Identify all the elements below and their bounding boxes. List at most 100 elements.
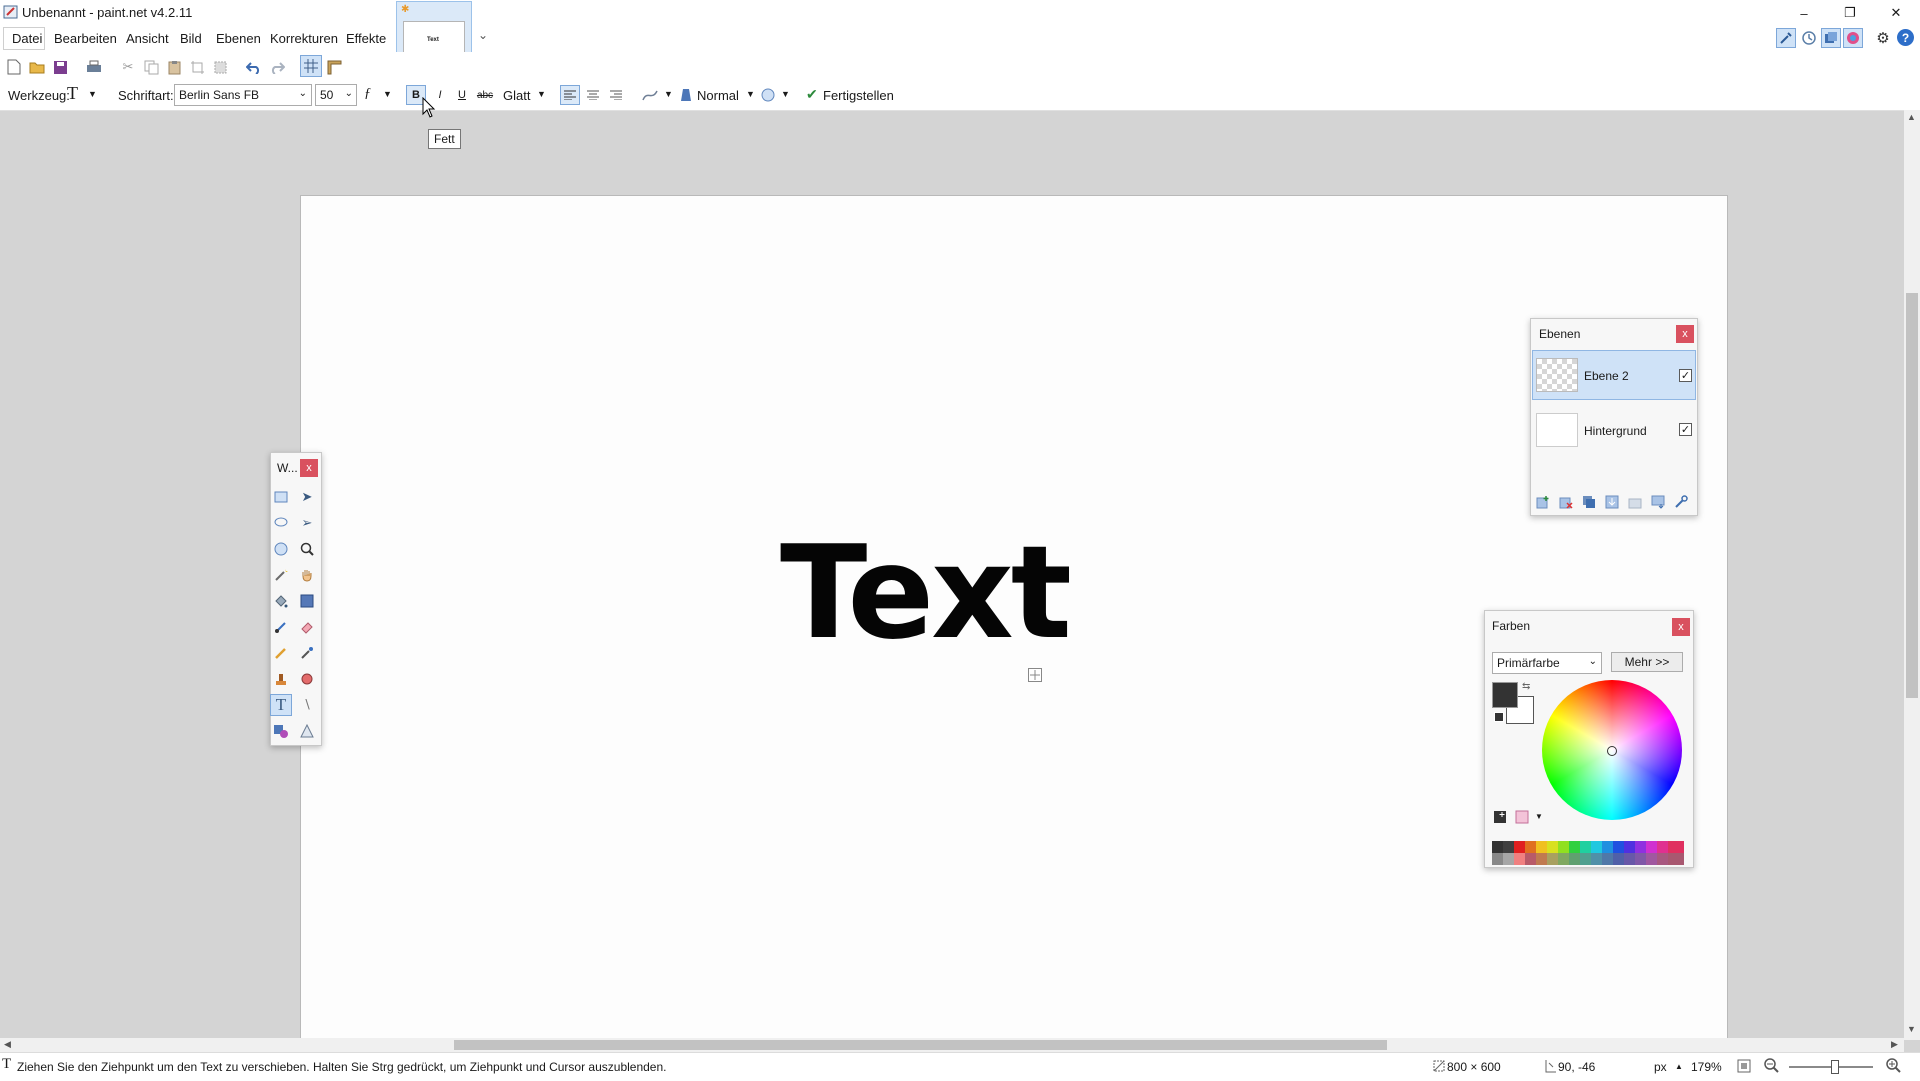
menu-korrekturen[interactable]: Korrekturen xyxy=(270,31,338,46)
palette-swatch[interactable] xyxy=(1591,841,1602,865)
rectangle-select-tool-icon[interactable] xyxy=(270,486,292,508)
cut-icon[interactable]: ✂ xyxy=(118,57,138,77)
zoom-fit-icon[interactable] xyxy=(1737,1059,1751,1076)
text-tool-button-icon[interactable]: T xyxy=(270,694,292,716)
unit-dropdown-icon[interactable]: ▲ xyxy=(1675,1062,1683,1071)
pan-tool-icon[interactable] xyxy=(296,564,318,586)
underline-button[interactable]: U xyxy=(452,85,472,105)
more-button[interactable]: Mehr >> xyxy=(1611,652,1683,672)
selection-clipping-icon[interactable] xyxy=(758,85,778,105)
palette-swatch[interactable] xyxy=(1547,841,1558,865)
restore-button[interactable]: ❐ xyxy=(1827,0,1873,26)
line-curve-tool-icon[interactable]: ∖ xyxy=(296,694,318,716)
layers-window-toggle-icon[interactable] xyxy=(1821,28,1841,48)
palette-swatch[interactable] xyxy=(1602,841,1613,865)
antialiasing-mode-icon[interactable] xyxy=(640,85,660,105)
undo-icon[interactable] xyxy=(244,57,264,77)
selection-clipping-dropdown-icon[interactable]: ▼ xyxy=(781,89,790,99)
recolor-tool-icon[interactable] xyxy=(296,668,318,690)
palette-swatch[interactable] xyxy=(1580,841,1591,865)
palette-menu-icon[interactable] xyxy=(1514,809,1530,825)
palette-swatch[interactable] xyxy=(1492,841,1503,865)
help-icon[interactable]: ? xyxy=(1897,29,1914,46)
vertical-scroll-thumb[interactable] xyxy=(1906,293,1918,698)
horizontal-scroll-thumb[interactable] xyxy=(454,1040,1387,1050)
strikethrough-button[interactable]: abc xyxy=(475,85,495,105)
open-folder-icon[interactable] xyxy=(27,57,47,77)
new-file-icon[interactable] xyxy=(4,57,24,77)
deselect-icon[interactable] xyxy=(210,57,230,77)
tools-window-toggle-icon[interactable] xyxy=(1776,28,1796,48)
copy-icon[interactable] xyxy=(141,57,161,77)
font-smoothing-dropdown-icon[interactable]: ▼ xyxy=(383,89,392,99)
finish-button[interactable]: Fertigstellen xyxy=(823,88,894,103)
align-center-button[interactable] xyxy=(583,85,603,105)
zoom-in-icon[interactable] xyxy=(1886,1058,1902,1077)
clone-stamp-tool-icon[interactable] xyxy=(270,668,292,690)
align-left-button[interactable] xyxy=(560,85,580,105)
color-picker-tool-icon[interactable] xyxy=(296,642,318,664)
paintbrush-tool-icon[interactable] xyxy=(270,616,292,638)
history-window-toggle-icon[interactable] xyxy=(1799,28,1819,48)
zoom-level[interactable]: 179% xyxy=(1691,1060,1722,1074)
tool-dropdown-arrow-icon[interactable]: ▼ xyxy=(88,89,97,99)
blend-mode-icon[interactable] xyxy=(676,85,696,105)
font-smoothing-icon[interactable]: ƒ xyxy=(364,86,371,102)
settings-gear-icon[interactable]: ⚙ xyxy=(1873,28,1893,48)
merge-layer-down-icon[interactable] xyxy=(1604,494,1620,510)
redo-icon[interactable] xyxy=(267,57,287,77)
lasso-select-tool-icon[interactable] xyxy=(270,512,292,534)
zoom-out-icon[interactable] xyxy=(1764,1058,1780,1077)
palette-swatch[interactable] xyxy=(1646,841,1657,865)
add-layer-icon[interactable] xyxy=(1535,494,1551,510)
palette-swatch[interactable] xyxy=(1569,841,1580,865)
palette-swatch[interactable] xyxy=(1525,841,1536,865)
tab-overflow-icon[interactable]: ⌄ xyxy=(478,28,488,42)
magic-wand-tool-icon[interactable] xyxy=(270,564,292,586)
menu-ebenen[interactable]: Ebenen xyxy=(216,31,261,46)
save-icon[interactable] xyxy=(50,57,70,77)
shapes-tool-icon[interactable] xyxy=(270,720,292,742)
text-move-handle-icon[interactable] xyxy=(1028,668,1042,685)
palette-swatch[interactable] xyxy=(1503,841,1514,865)
shape-type-icon[interactable] xyxy=(296,720,318,742)
palette-swatch[interactable] xyxy=(1613,841,1624,865)
move-layer-up-icon[interactable] xyxy=(1627,494,1643,510)
minimize-button[interactable]: – xyxy=(1781,0,1827,26)
add-to-palette-icon[interactable] xyxy=(1492,809,1508,825)
menu-bearbeiten[interactable]: Bearbeiten xyxy=(54,31,117,46)
paste-icon[interactable] xyxy=(164,57,184,77)
layer-visibility-checkbox[interactable]: ✓ xyxy=(1679,423,1692,436)
eraser-tool-icon[interactable] xyxy=(296,616,318,638)
palette-swatch[interactable] xyxy=(1668,841,1684,865)
move-selection-tool-icon[interactable]: ➢ xyxy=(296,512,318,534)
palette-swatch[interactable] xyxy=(1624,841,1635,865)
font-family-select[interactable]: Berlin Sans FB ⌄ xyxy=(174,84,312,106)
menu-datei[interactable]: Datei xyxy=(12,31,42,46)
palette-menu-dropdown-icon[interactable]: ▼ xyxy=(1535,812,1543,821)
palette-swatch[interactable] xyxy=(1514,841,1525,865)
tools-window-close-button[interactable]: x xyxy=(300,459,318,477)
ellipse-select-tool-icon[interactable] xyxy=(270,538,292,560)
text-tool-icon[interactable]: T xyxy=(67,83,78,104)
crop-to-selection-icon[interactable] xyxy=(187,57,207,77)
swap-colors-icon[interactable]: ⇆ xyxy=(1522,681,1530,692)
zoom-tool-icon[interactable] xyxy=(296,538,318,560)
layers-window-close-button[interactable]: x xyxy=(1676,325,1694,343)
palette-swatch[interactable] xyxy=(1536,841,1547,865)
blend-mode-dropdown-icon[interactable]: ▼ xyxy=(746,89,755,99)
blend-mode-select[interactable]: Normal xyxy=(697,88,739,103)
delete-layer-icon[interactable] xyxy=(1558,494,1574,510)
grid-toggle-icon[interactable] xyxy=(300,55,322,77)
rulers-toggle-icon[interactable] xyxy=(324,57,344,77)
colors-window-toggle-icon[interactable] xyxy=(1843,28,1863,48)
scroll-left-icon[interactable]: ◀ xyxy=(4,1039,11,1050)
palette-swatch[interactable] xyxy=(1657,841,1668,865)
menu-ansicht[interactable]: Ansicht xyxy=(126,31,169,46)
antialiasing-select[interactable]: Glatt xyxy=(503,88,530,103)
color-mode-select[interactable]: Primärfarbe ⌄ xyxy=(1492,652,1602,674)
paint-bucket-tool-icon[interactable] xyxy=(270,590,292,612)
layer-properties-icon[interactable] xyxy=(1673,494,1689,510)
colors-window-close-button[interactable]: x xyxy=(1672,618,1690,636)
scroll-right-icon[interactable]: ▶ xyxy=(1891,1039,1898,1050)
